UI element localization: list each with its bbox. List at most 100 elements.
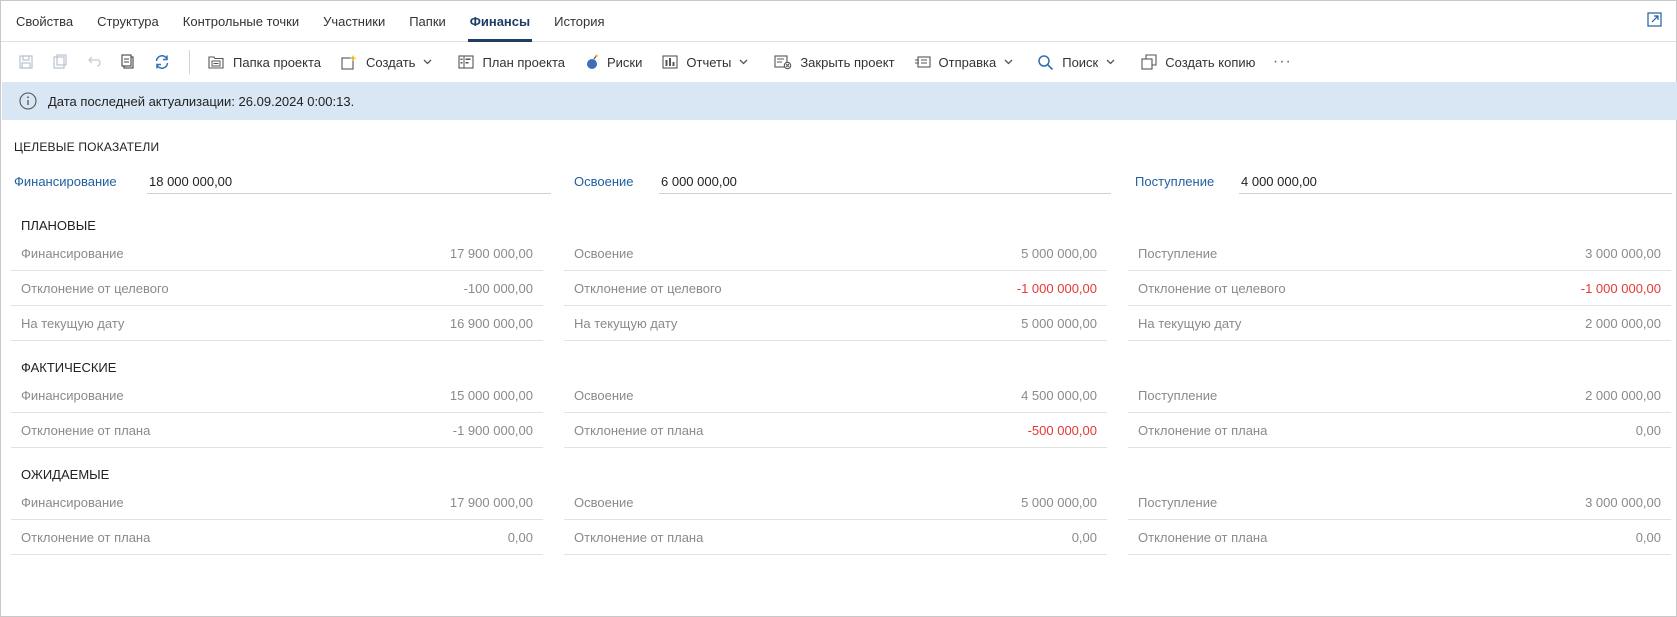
row-value: 5 000 000,00 [1021, 245, 1097, 261]
chevron-down-icon [739, 59, 748, 65]
row-value: 2 000 000,00 [1585, 315, 1661, 331]
make-copy-button[interactable]: Создать копию [1131, 47, 1265, 77]
row-value: -500 000,00 [1027, 422, 1097, 438]
row-value: 5 000 000,00 [1021, 315, 1097, 331]
create-label: Создать [366, 54, 416, 70]
toolbar-divider [189, 50, 190, 74]
actual-financing-deviation-row: Отклонение от плана -1 900 000,00 [11, 413, 543, 448]
row-label: Отклонение от плана [21, 422, 151, 438]
actual-development-deviation-row: Отклонение от плана -500 000,00 [564, 413, 1107, 448]
row-value: 5 000 000,00 [1021, 494, 1097, 510]
row-label: Финансирование [21, 245, 124, 261]
tab-finance[interactable]: Финансы [458, 1, 542, 42]
row-label: Отклонение от целевого [1138, 280, 1286, 296]
row-value: -100 000,00 [463, 280, 533, 296]
last-update-text: Дата последней актуализации: 26.09.2024 … [48, 93, 355, 109]
create-dropdown-button[interactable]: Создать [331, 47, 442, 77]
duplicate-icon [1141, 54, 1157, 70]
refresh-icon[interactable] [145, 47, 179, 77]
bomb-icon [587, 54, 598, 69]
target-development-field[interactable]: 6 000 000,00 [659, 172, 1111, 194]
row-label: Отклонение от плана [574, 529, 704, 545]
search-icon [1038, 54, 1054, 70]
expected-receipt-deviation-row: Отклонение от плана 0,00 [1128, 520, 1671, 555]
actual-development-row: Освоение 4 500 000,00 [564, 378, 1107, 413]
row-label: Отклонение от целевого [574, 280, 722, 296]
row-label: Освоение [574, 494, 634, 510]
row-value: 0,00 [1071, 529, 1097, 545]
send-dropdown-button[interactable]: Отправка [905, 47, 1024, 77]
row-label: Финансирование [21, 387, 124, 403]
project-folder-button[interactable]: Папка проекта [198, 47, 331, 77]
row-label: На текущую дату [21, 315, 125, 331]
planned-financing-to-date-row: На текущую дату 16 900 000,00 [11, 306, 543, 341]
planned-receipt-deviation-row: Отклонение от целевого -1 000 000,00 [1128, 271, 1671, 306]
row-value: 3 000 000,00 [1585, 245, 1661, 261]
close-project-label: Закрыть проект [800, 54, 895, 70]
expected-development-deviation-row: Отклонение от плана 0,00 [564, 520, 1107, 555]
tab-structure[interactable]: Структура [85, 1, 171, 41]
copy-icon[interactable] [111, 47, 145, 77]
target-financing-field[interactable]: 18 000 000,00 [147, 172, 551, 194]
actual-receipt-row: Поступление 2 000 000,00 [1128, 378, 1671, 413]
row-label: На текущую дату [1138, 315, 1242, 331]
expected-financing-row: Финансирование 17 900 000,00 [11, 485, 543, 520]
tab-history[interactable]: История [542, 1, 616, 41]
chevron-down-icon [423, 59, 432, 65]
target-receipt: Поступление [1135, 172, 1214, 194]
row-label: На текущую дату [574, 315, 678, 331]
more-actions-icon[interactable]: ··· [1265, 47, 1299, 77]
row-value: 17 900 000,00 [449, 245, 533, 261]
project-plan-button[interactable]: План проекта [448, 47, 575, 77]
planned-financing-row: Финансирование 17 900 000,00 [11, 236, 543, 271]
reports-dropdown-button[interactable]: Отчеты [652, 47, 758, 77]
row-value: 0,00 [1635, 422, 1661, 438]
actual-financing-row: Финансирование 15 000 000,00 [11, 378, 543, 413]
row-label: Отклонение от плана [21, 529, 151, 545]
risks-button[interactable]: Риски [575, 47, 652, 77]
tab-bar: Свойства Структура Контрольные точки Уча… [1, 1, 1676, 42]
tab-properties[interactable]: Свойства [4, 1, 85, 41]
planned-development-row: Освоение 5 000 000,00 [564, 236, 1107, 271]
planned-receipt-row: Поступление 3 000 000,00 [1128, 236, 1671, 271]
info-banner: Дата последней актуализации: 26.09.2024 … [2, 82, 1677, 120]
project-folder-label: Папка проекта [233, 54, 322, 70]
actual-heading: ФАКТИЧЕСКИЕ [21, 360, 117, 375]
target-receipt-field[interactable]: 4 000 000,00 [1239, 172, 1672, 194]
search-label: Поиск [1062, 54, 1099, 70]
search-dropdown-button[interactable]: Поиск [1027, 47, 1125, 77]
toolbar: Папка проекта Создать План проекта Риски… [1, 43, 1676, 81]
row-label: Финансирование [21, 494, 124, 510]
save-and-close-icon[interactable] [43, 47, 77, 77]
reports-label: Отчеты [686, 54, 732, 70]
project-plan-label: План проекта [482, 54, 565, 70]
planned-development-to-date-row: На текущую дату 5 000 000,00 [564, 306, 1107, 341]
targets-heading: ЦЕЛЕВЫЕ ПОКАЗАТЕЛИ [14, 140, 160, 154]
row-label: Освоение [574, 387, 634, 403]
make-copy-label: Создать копию [1165, 54, 1256, 70]
row-label: Отклонение от плана [1138, 529, 1268, 545]
row-value: 2 000 000,00 [1585, 387, 1661, 403]
row-value: -1 900 000,00 [452, 422, 533, 438]
row-value: 4 500 000,00 [1021, 387, 1097, 403]
tab-milestones[interactable]: Контрольные точки [171, 1, 311, 41]
row-value: 0,00 [1635, 529, 1661, 545]
target-development: Освоение [574, 172, 634, 194]
target-receipt-label: Поступление [1135, 174, 1215, 189]
expected-development-row: Освоение 5 000 000,00 [564, 485, 1107, 520]
planned-heading: ПЛАНОВЫЕ [21, 218, 96, 233]
close-project-button[interactable]: Закрыть проект [764, 47, 904, 77]
finance-window: Свойства Структура Контрольные точки Уча… [0, 0, 1677, 617]
expected-receipt-row: Поступление 3 000 000,00 [1128, 485, 1671, 520]
row-label: Отклонение от плана [1138, 422, 1268, 438]
row-value: 16 900 000,00 [449, 315, 533, 331]
tab-participants[interactable]: Участники [311, 1, 397, 41]
close-project-icon [774, 55, 792, 70]
tab-folders[interactable]: Папки [397, 1, 458, 41]
undo-icon[interactable] [77, 47, 111, 77]
info-icon [19, 92, 37, 110]
save-icon[interactable] [9, 47, 43, 77]
open-in-new-window-icon[interactable] [1647, 12, 1662, 27]
chevron-down-icon [1106, 59, 1115, 65]
create-icon [341, 55, 357, 70]
